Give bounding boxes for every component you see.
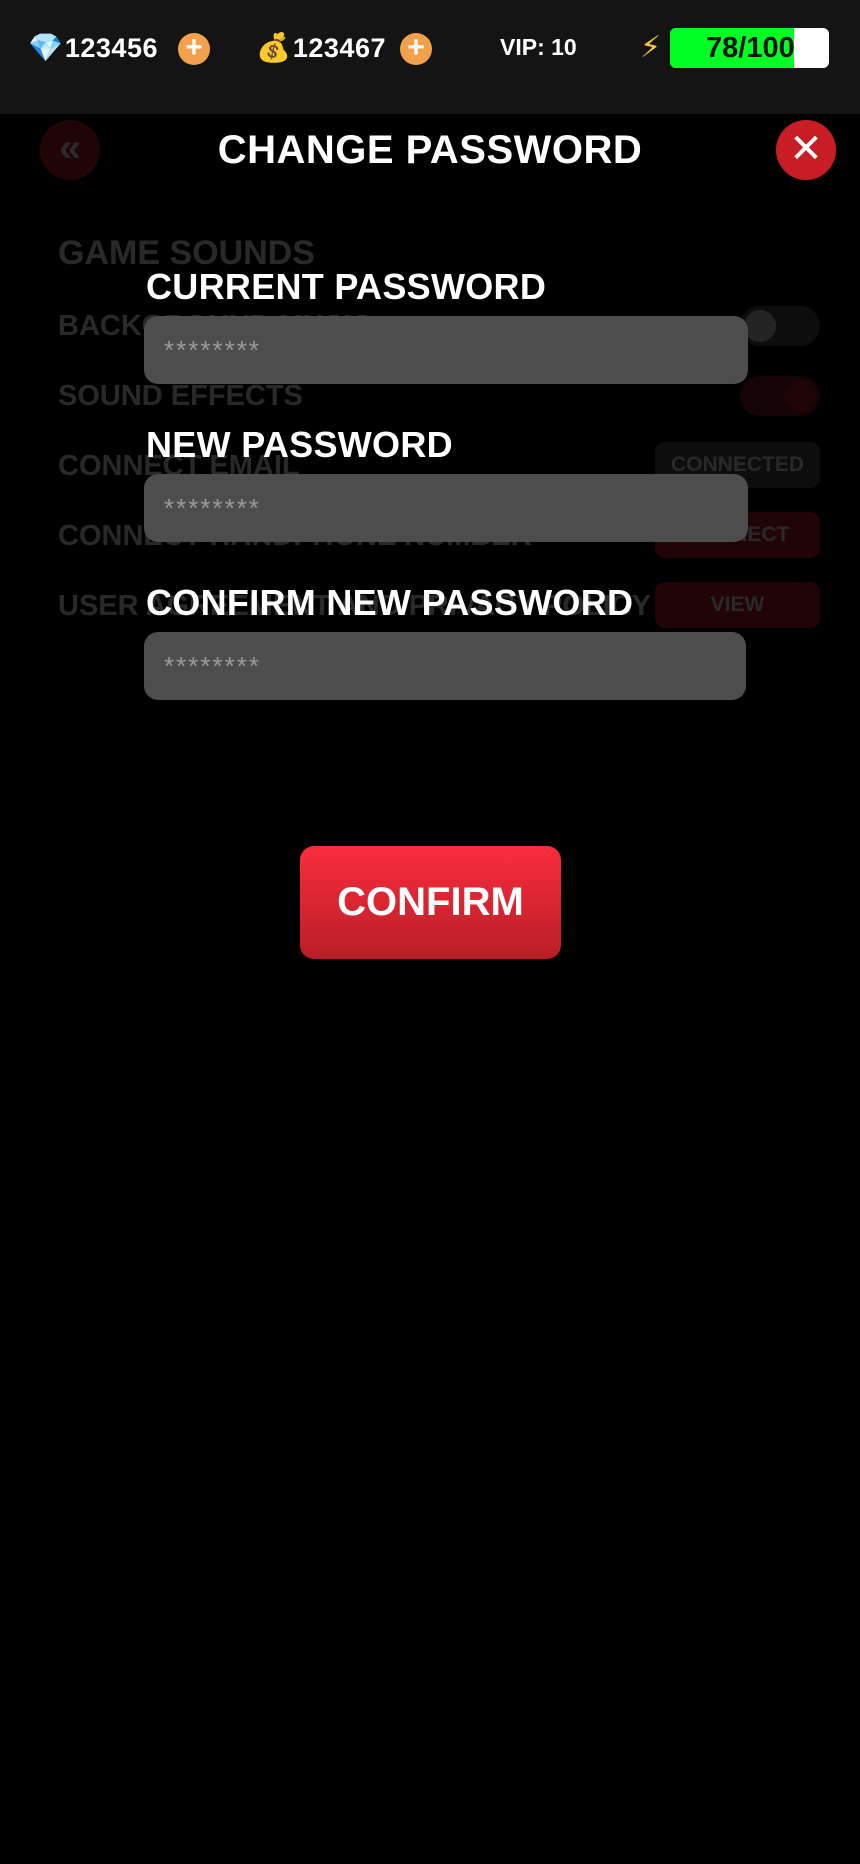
settings-background: « GAME SOUNDS BACKGROUND MUSIC SOUND EFF…	[0, 114, 860, 714]
gems-counter: 💎 123456	[28, 30, 158, 66]
new-password-input[interactable]	[144, 474, 748, 542]
coins-value: 123467	[292, 32, 386, 63]
view-agreement-button: VIEW	[655, 582, 820, 628]
close-icon: ✕	[789, 127, 823, 171]
confirm-password-label: CONFIRM NEW PASSWORD	[146, 582, 634, 623]
close-button[interactable]: ✕	[776, 120, 836, 180]
coins-counter: 💰 123467	[256, 30, 386, 66]
confirm-button[interactable]: CONFIRM	[300, 846, 561, 959]
energy-label: 78/100	[706, 32, 795, 64]
energy-bar: 78/100	[670, 28, 829, 68]
new-password-label: NEW PASSWORD	[146, 424, 453, 465]
add-coins-button[interactable]: +	[400, 33, 432, 65]
money-bag-icon: 💰	[256, 32, 291, 63]
lightning-icon: ⚡	[640, 31, 662, 64]
current-password-label: CURRENT PASSWORD	[146, 266, 547, 307]
confirm-password-input[interactable]	[144, 632, 746, 700]
gem-icon: 💎	[28, 32, 63, 63]
background-music-toggle	[740, 306, 820, 346]
top-bar: 💎 123456 + 💰 123467 + VIP: 10 ⚡ 78/100	[0, 0, 860, 114]
current-password-input[interactable]	[144, 316, 748, 384]
page-title: CHANGE PASSWORD	[217, 128, 643, 172]
sound-effects-toggle	[740, 376, 820, 416]
sound-effects-label: SOUND EFFECTS	[58, 380, 303, 412]
add-gems-button[interactable]: +	[178, 33, 210, 65]
gems-value: 123456	[64, 32, 158, 63]
vip-level: VIP: 10	[500, 34, 577, 60]
